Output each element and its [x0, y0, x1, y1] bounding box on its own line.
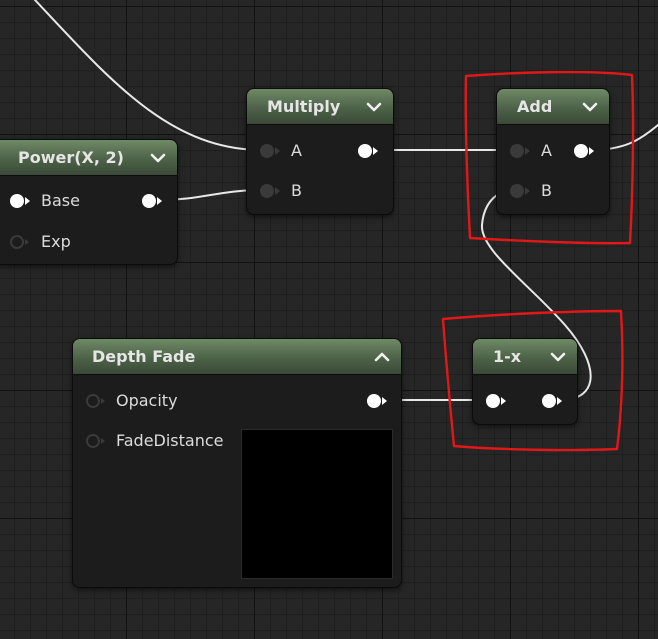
material-graph-canvas[interactable]: Power(X, 2) Base Exp Multiply A B Add A … [0, 0, 658, 639]
input-pin-b[interactable] [259, 183, 281, 199]
input-pin-opacity[interactable] [85, 393, 107, 409]
pin-row-opacity: Opacity [73, 389, 401, 413]
depth-fade-node[interactable]: Depth Fade Opacity FadeDistance [72, 338, 402, 588]
output-pin[interactable] [357, 143, 379, 159]
one-minus-node-header[interactable]: 1-x [473, 339, 577, 375]
input-pin-exp[interactable] [9, 234, 31, 250]
output-pin[interactable] [541, 393, 563, 409]
pin-label-a: A [541, 141, 552, 160]
pin-row-b: B [497, 179, 609, 203]
one-minus-node[interactable]: 1-x [472, 338, 578, 425]
node-title: Power(X, 2) [18, 148, 124, 167]
input-pin-fadedistance[interactable] [85, 433, 107, 449]
pin-label-b: B [291, 181, 302, 200]
pin-label-base: Base [41, 191, 80, 210]
node-title: 1-x [493, 347, 522, 366]
depth-fade-node-header[interactable]: Depth Fade [73, 339, 401, 375]
power-node[interactable]: Power(X, 2) Base Exp [0, 139, 178, 265]
pin-row-exp: Exp [0, 230, 177, 254]
output-pin[interactable] [366, 393, 388, 409]
pin-row-a: A [497, 139, 609, 163]
pin-label-exp: Exp [41, 232, 71, 251]
input-pin-a[interactable] [259, 143, 281, 159]
output-pin[interactable] [573, 143, 595, 159]
output-pin[interactable] [141, 193, 163, 209]
pin-label-a: A [291, 141, 302, 160]
input-pin-b[interactable] [509, 183, 531, 199]
preview-thumbnail [241, 429, 393, 579]
power-node-header[interactable]: Power(X, 2) [0, 140, 177, 176]
chevron-down-icon[interactable] [365, 98, 383, 116]
pin-row-io [473, 389, 577, 413]
pin-label-b: B [541, 181, 552, 200]
node-title: Depth Fade [92, 347, 196, 366]
multiply-node[interactable]: Multiply A B [246, 88, 394, 215]
pin-label-opacity: Opacity [116, 391, 178, 410]
input-pin[interactable] [485, 393, 507, 409]
node-title: Multiply [267, 97, 341, 116]
pin-row-base: Base [0, 189, 177, 213]
chevron-down-icon[interactable] [149, 149, 167, 167]
node-title: Add [517, 97, 553, 116]
chevron-down-icon[interactable] [549, 348, 567, 366]
pin-row-a: A [247, 139, 393, 163]
chevron-up-icon[interactable] [373, 348, 391, 366]
wire-offscreen-to-multiply-a [34, 0, 263, 151]
input-pin-a[interactable] [509, 143, 531, 159]
pin-label-fadedistance: FadeDistance [116, 431, 224, 450]
add-node-header[interactable]: Add [497, 89, 609, 125]
multiply-node-header[interactable]: Multiply [247, 89, 393, 125]
chevron-down-icon[interactable] [581, 98, 599, 116]
input-pin-base[interactable] [9, 193, 31, 209]
add-node[interactable]: Add A B [496, 88, 610, 215]
pin-row-b: B [247, 179, 393, 203]
